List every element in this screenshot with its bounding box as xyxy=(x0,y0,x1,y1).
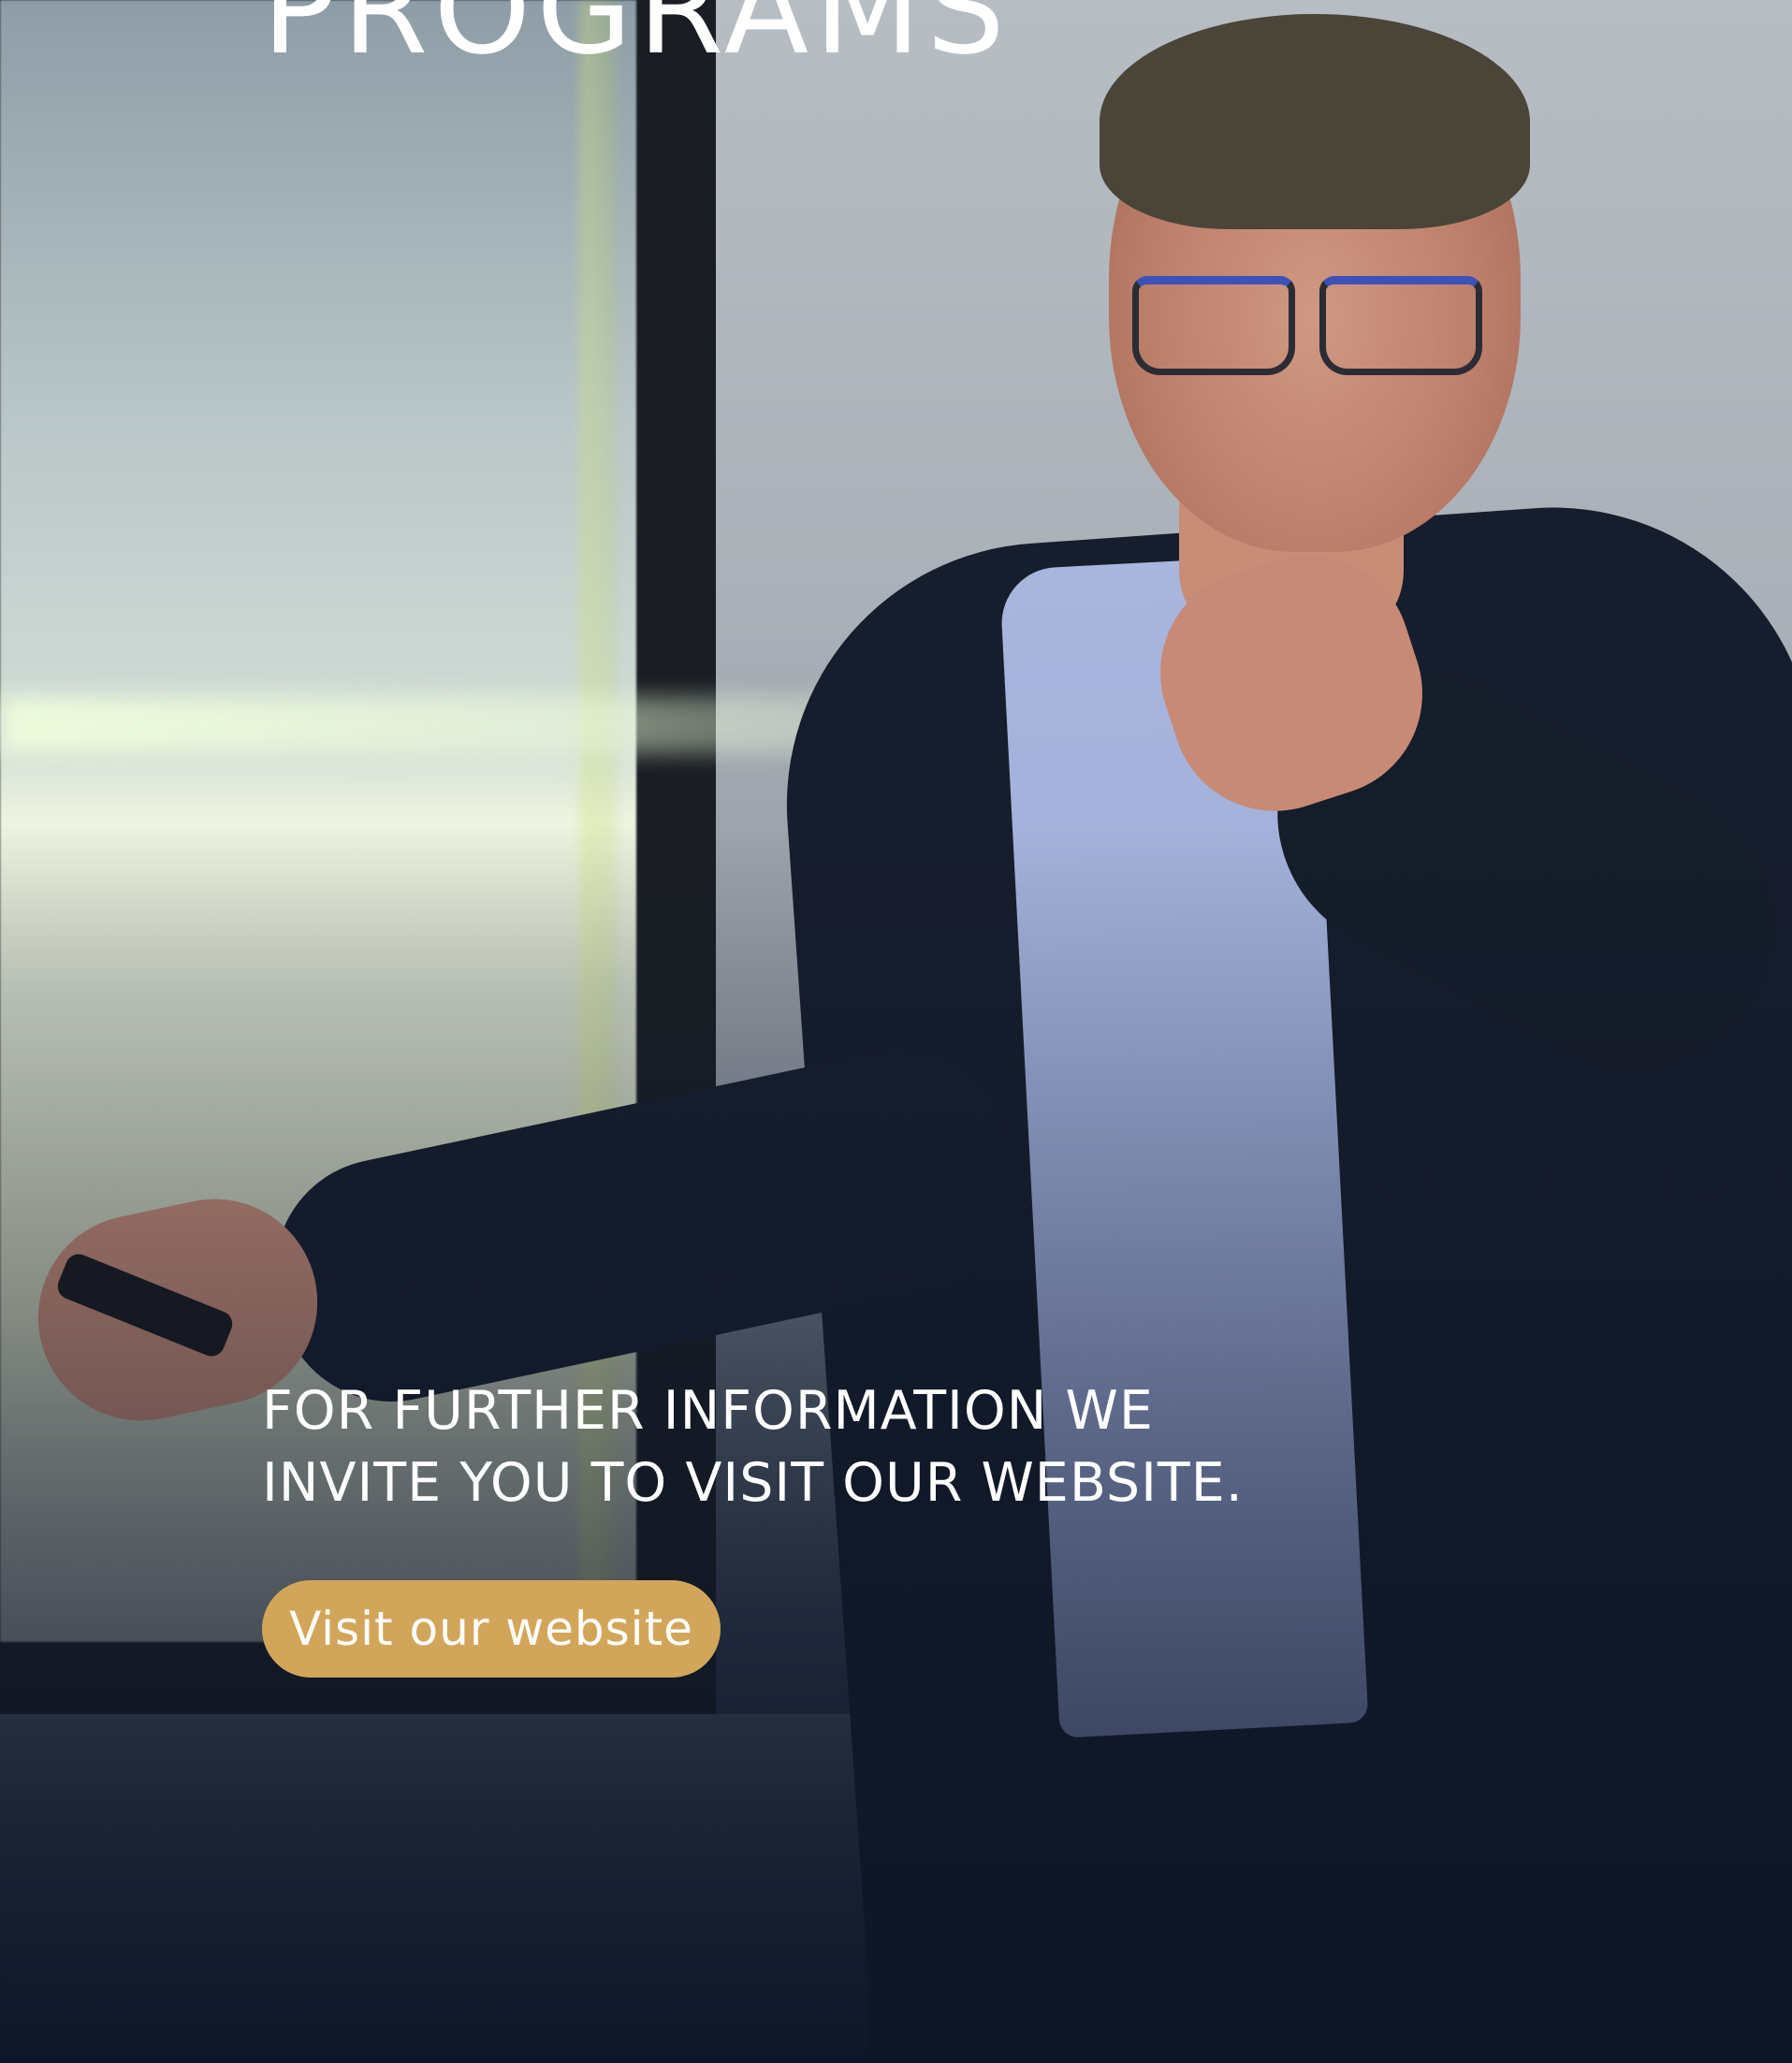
page-title: PROGRAMS xyxy=(262,0,1011,82)
info-text-line-1: FOR FURTHER INFORMATION WE xyxy=(262,1380,1154,1442)
hero-section: PROGRAMS FOR FURTHER INFORMATION WE INVI… xyxy=(0,0,1792,2063)
visit-website-button[interactable]: Visit our website xyxy=(262,1580,721,1678)
info-text: FOR FURTHER INFORMATION WE INVITE YOU TO… xyxy=(262,1375,1385,1519)
info-text-line-2: INVITE YOU TO VISIT OUR WEBSITE. xyxy=(262,1452,1244,1514)
gradient-overlay xyxy=(0,0,1792,2063)
